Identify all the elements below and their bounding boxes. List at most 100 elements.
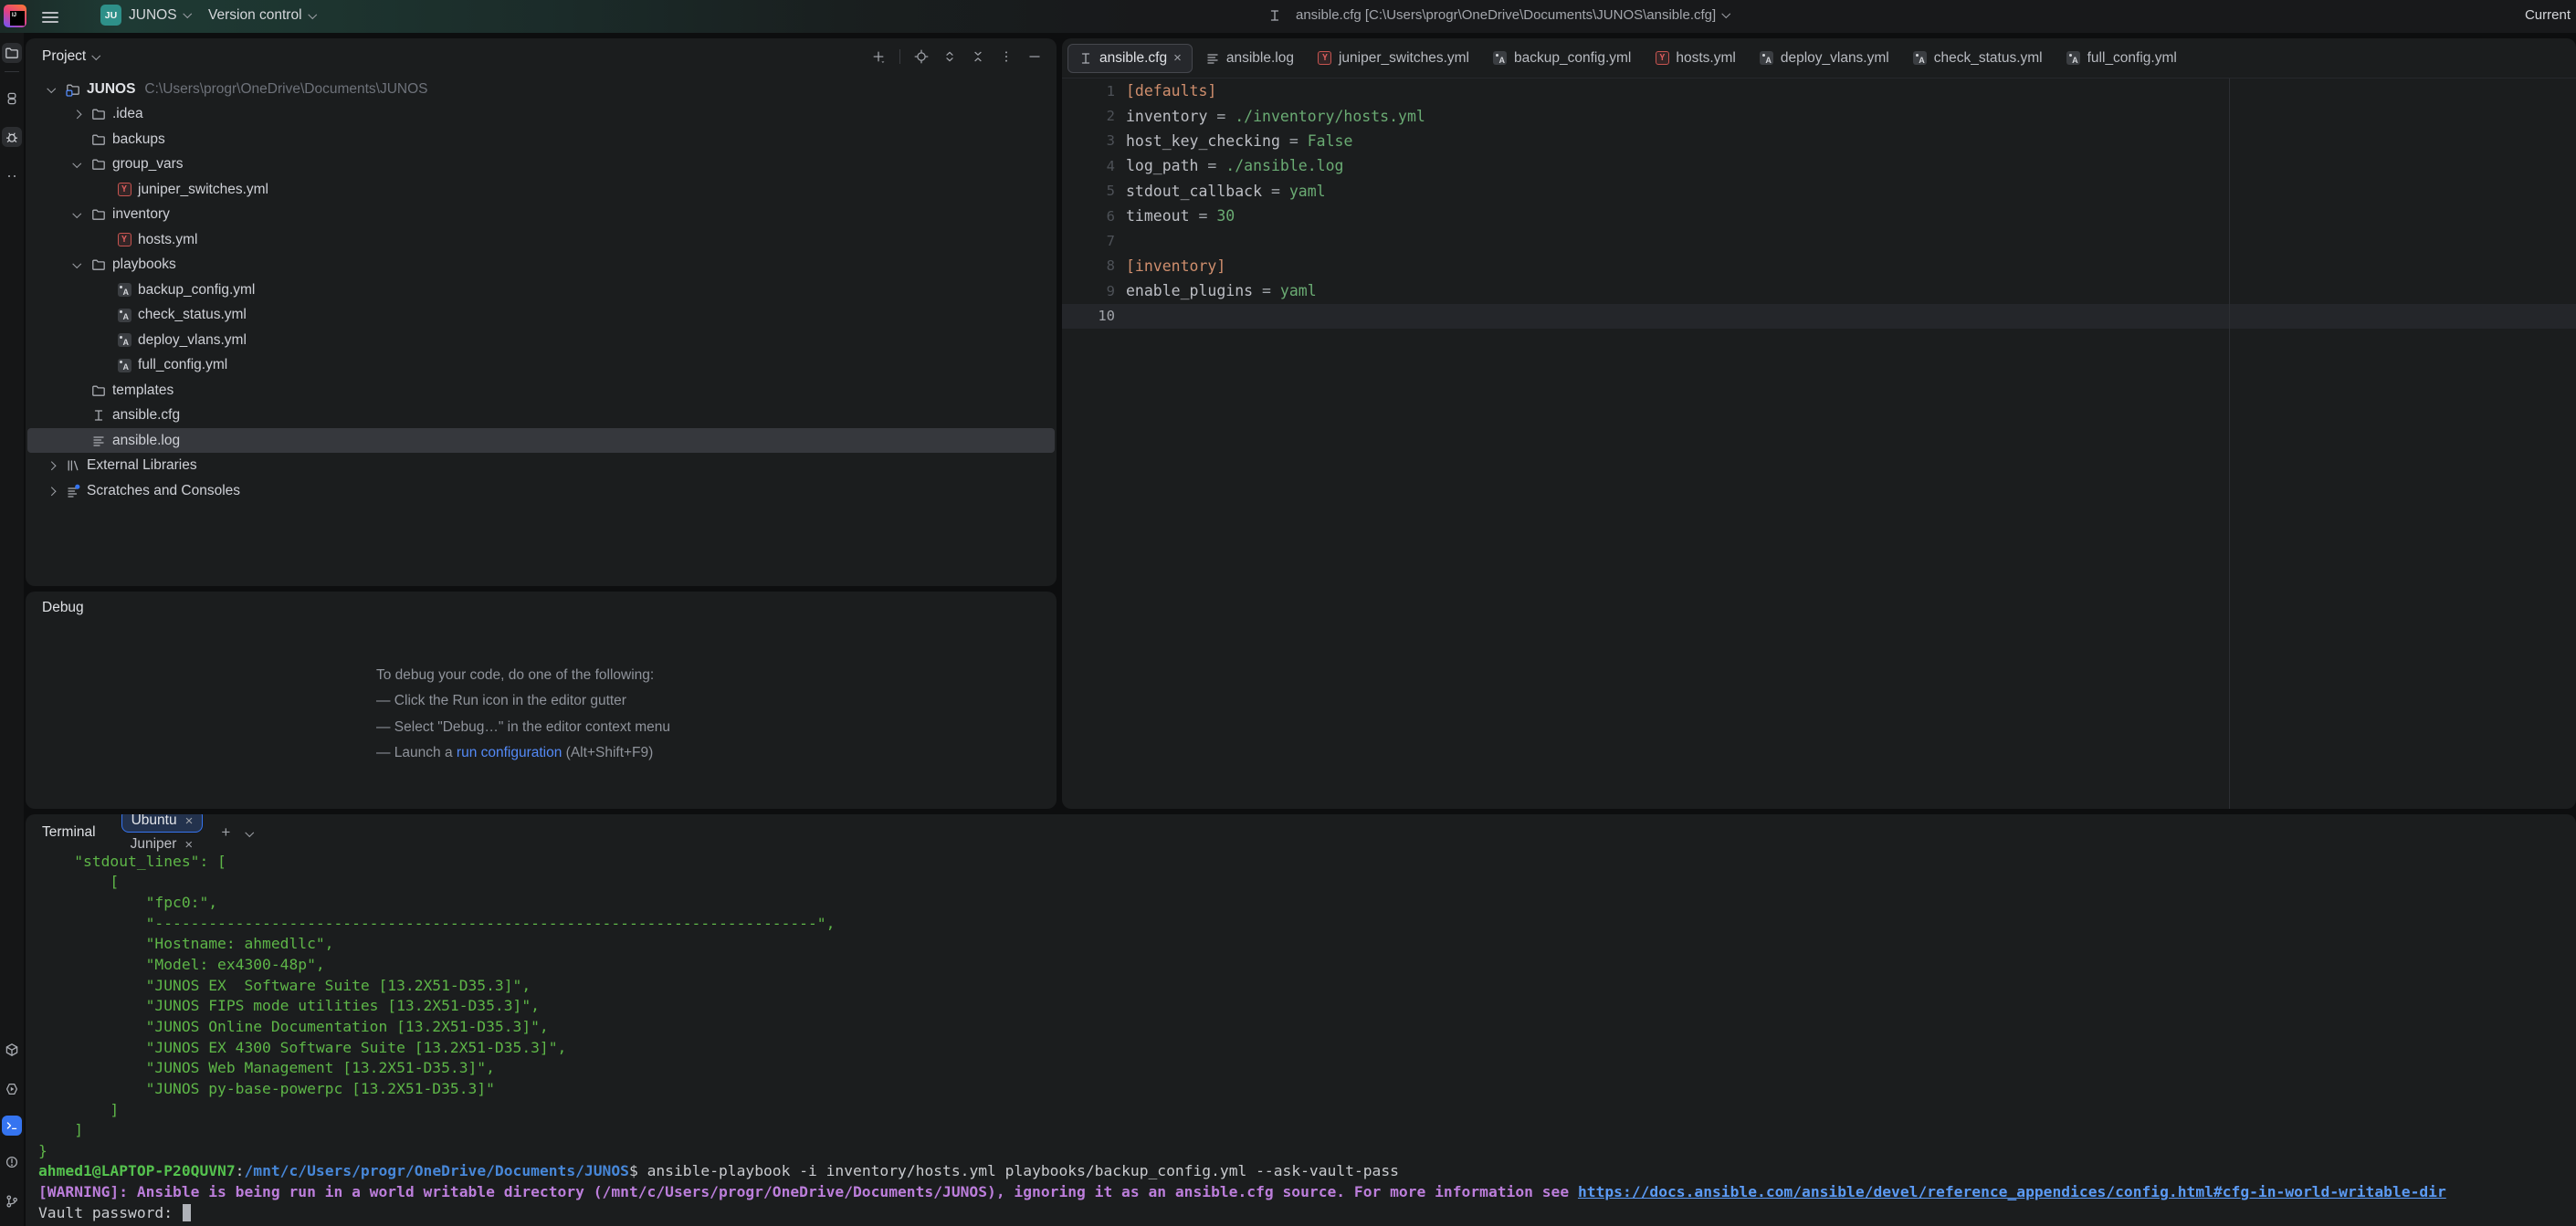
window-title-widget[interactable]: ansible.cfg [C:\Users\progr\OneDrive\Doc… (1267, 7, 1730, 23)
tree-row-junos[interactable]: JUNOSC:\Users\progr\OneDrive\Documents\J… (26, 77, 1057, 102)
right-margin-guide (2229, 79, 2230, 809)
ansible-icon: A (1760, 51, 1774, 66)
project-toolbar-expand-all-button[interactable] (942, 49, 957, 64)
line-number: 9 (1062, 283, 1126, 299)
run-configuration-widget[interactable]: Current (2525, 7, 2571, 23)
tree-row-hosts-yml[interactable]: Yhosts.yml (26, 227, 1057, 253)
tree-item-label: check_status.yml (138, 307, 247, 323)
tool-window-stripe (0, 33, 24, 1226)
editor-tab-check-status-yml[interactable]: Acheck_status.yml (1902, 44, 2054, 73)
folder-icon (91, 157, 106, 172)
main-menu-button[interactable] (42, 9, 58, 22)
folder-icon (91, 132, 106, 147)
stripe-button-debug-bug[interactable] (2, 127, 22, 147)
terminal-line: "fpc0:", (38, 892, 2576, 913)
tree-row-inventory[interactable]: inventory (26, 203, 1057, 228)
project-widget[interactable]: JU JUNOS (100, 5, 190, 26)
tree-row-ansible-log[interactable]: ansible.log (26, 428, 1057, 454)
stripe-button-structure[interactable] (2, 89, 22, 109)
terminal-tab-ubuntu[interactable]: Ubuntu × (121, 814, 204, 833)
tree-row-juniper-switches-yml[interactable]: Yjuniper_switches.yml (26, 177, 1057, 203)
close-tab-icon[interactable]: × (184, 838, 193, 852)
editor-tab-deploy-vlans-yml[interactable]: Adeploy_vlans.yml (1749, 44, 1900, 73)
terminal-line: ] (38, 1119, 2576, 1140)
tree-row--idea[interactable]: .idea (26, 102, 1057, 128)
yaml-icon: Y (117, 233, 131, 247)
tree-row-full-config-yml[interactable]: Afull_config.yml (26, 353, 1057, 379)
tree-row-playbooks[interactable]: playbooks (26, 253, 1057, 278)
project-toolbar-hide-button[interactable] (1027, 49, 1042, 64)
chevron-down-icon (308, 10, 316, 18)
terminal-line: ] (38, 1099, 2576, 1120)
close-tab-icon[interactable]: × (185, 814, 194, 828)
tree-item-label: Scratches and Consoles (87, 483, 240, 499)
editor-tab-hosts-yml[interactable]: Yhosts.yml (1644, 44, 1746, 73)
debug-panel-title: Debug (42, 600, 84, 616)
editor-tab-ansible-cfg[interactable]: ansible.cfg × (1067, 44, 1193, 73)
tree-row-backup-config-yml[interactable]: Abackup_config.yml (26, 278, 1057, 303)
folder-icon (91, 207, 106, 222)
editor-content[interactable]: 1[defaults] 2inventory = ./inventory/hos… (1062, 79, 2576, 809)
terminal-output[interactable]: "stdout_lines": [ [ "fpc0:", "----------… (26, 851, 2576, 1226)
debug-help-link[interactable]: ?Debugging code (376, 797, 531, 809)
code-line: 3host_key_checking = False (1062, 129, 2576, 153)
terminal-tab-label: Ubuntu (131, 814, 177, 829)
debug-tool-window: Debug To debug your code, do one of the … (26, 592, 1057, 809)
project-toolbar-collapse-all-button[interactable] (971, 49, 985, 64)
project-file-tree[interactable]: JUNOSC:\Users\progr\OneDrive\Documents\J… (26, 77, 1057, 586)
new-terminal-tab-button[interactable]: + (216, 823, 236, 842)
editor-tab-juniper-switches-yml[interactable]: Yjuniper_switches.yml (1307, 44, 1480, 73)
tree-row-scratches-and-consoles[interactable]: Scratches and Consoles (26, 478, 1057, 504)
debug-panel-header: Debug (26, 592, 1057, 624)
editor-tab-label: full_config.yml (2087, 50, 2177, 67)
tree-chevron-down-icon[interactable] (46, 87, 66, 93)
tree-chevron-right-icon[interactable] (46, 463, 66, 469)
tree-row-templates[interactable]: templates (26, 378, 1057, 403)
tree-item-label: hosts.yml (138, 232, 197, 248)
project-toolbar-add-button[interactable] (871, 49, 886, 64)
code-line: 8[inventory] (1062, 254, 2576, 278)
terminal-line: "JUNOS Web Management [13.2X51-D35.3]", (38, 1057, 2576, 1078)
terminal-line: "JUNOS py-base-powerpc [13.2X51-D35.3]" (38, 1078, 2576, 1099)
tree-item-label: ansible.log (112, 433, 180, 449)
stripe-button-services[interactable] (2, 1079, 22, 1099)
stripe-button-problems[interactable] (2, 1152, 22, 1172)
tree-item-path: C:\Users\progr\OneDrive\Documents\JUNOS (144, 81, 427, 98)
tree-chevron-down-icon[interactable] (71, 262, 91, 268)
tree-row-backups[interactable]: backups (26, 127, 1057, 152)
tree-row-ansible-cfg[interactable]: ansible.cfg (26, 403, 1057, 429)
chevron-down-icon[interactable] (92, 51, 100, 59)
tree-row-external-libraries[interactable]: External Libraries (26, 454, 1057, 479)
line-number: 4 (1062, 158, 1126, 174)
tree-chevron-right-icon[interactable] (71, 111, 91, 118)
tree-row-deploy-vlans-yml[interactable]: Adeploy_vlans.yml (26, 328, 1057, 353)
stripe-button-git-branch[interactable] (2, 1191, 22, 1211)
tree-chevron-down-icon[interactable] (71, 162, 91, 168)
stripe-button-project-folder[interactable] (2, 43, 22, 63)
debug-intro-text: To debug your code, do one of the follow… (376, 667, 654, 684)
tree-row-group-vars[interactable]: group_vars (26, 152, 1057, 178)
folder-icon (91, 257, 106, 272)
editor-tab-ansible-log[interactable]: ansible.log (1194, 44, 1305, 73)
stripe-button-packages[interactable] (2, 1040, 22, 1060)
terminal-tab-dropdown[interactable] (247, 824, 253, 841)
ansible-icon: A (2066, 51, 2081, 66)
ansible-icon: A (117, 333, 131, 348)
editor-tab-backup-config-yml[interactable]: Abackup_config.yml (1482, 44, 1642, 73)
tree-row-check-status-yml[interactable]: Acheck_status.yml (26, 303, 1057, 329)
library-icon (66, 458, 80, 473)
run-configuration-link[interactable]: run configuration (457, 745, 562, 760)
tree-chevron-right-icon[interactable] (46, 488, 66, 495)
editor-tab-full-config-yml[interactable]: Afull_config.yml (2056, 44, 2188, 73)
project-toolbar-more-vertical-button[interactable] (999, 49, 1014, 64)
vcs-widget[interactable]: Version control (208, 7, 315, 24)
stripe-button-terminal[interactable] (2, 1116, 22, 1136)
folder-project-icon (66, 82, 80, 97)
tree-item-label: External Libraries (87, 457, 197, 474)
tree-chevron-down-icon[interactable] (71, 212, 91, 218)
project-toolbar-locate-button[interactable] (914, 49, 929, 64)
stripe-button-more-horizontal[interactable] (2, 166, 22, 186)
ansible-icon: A (117, 358, 131, 372)
close-tab-icon[interactable]: × (1173, 51, 1182, 65)
terminal-line: "---------------------------------------… (38, 913, 2576, 934)
